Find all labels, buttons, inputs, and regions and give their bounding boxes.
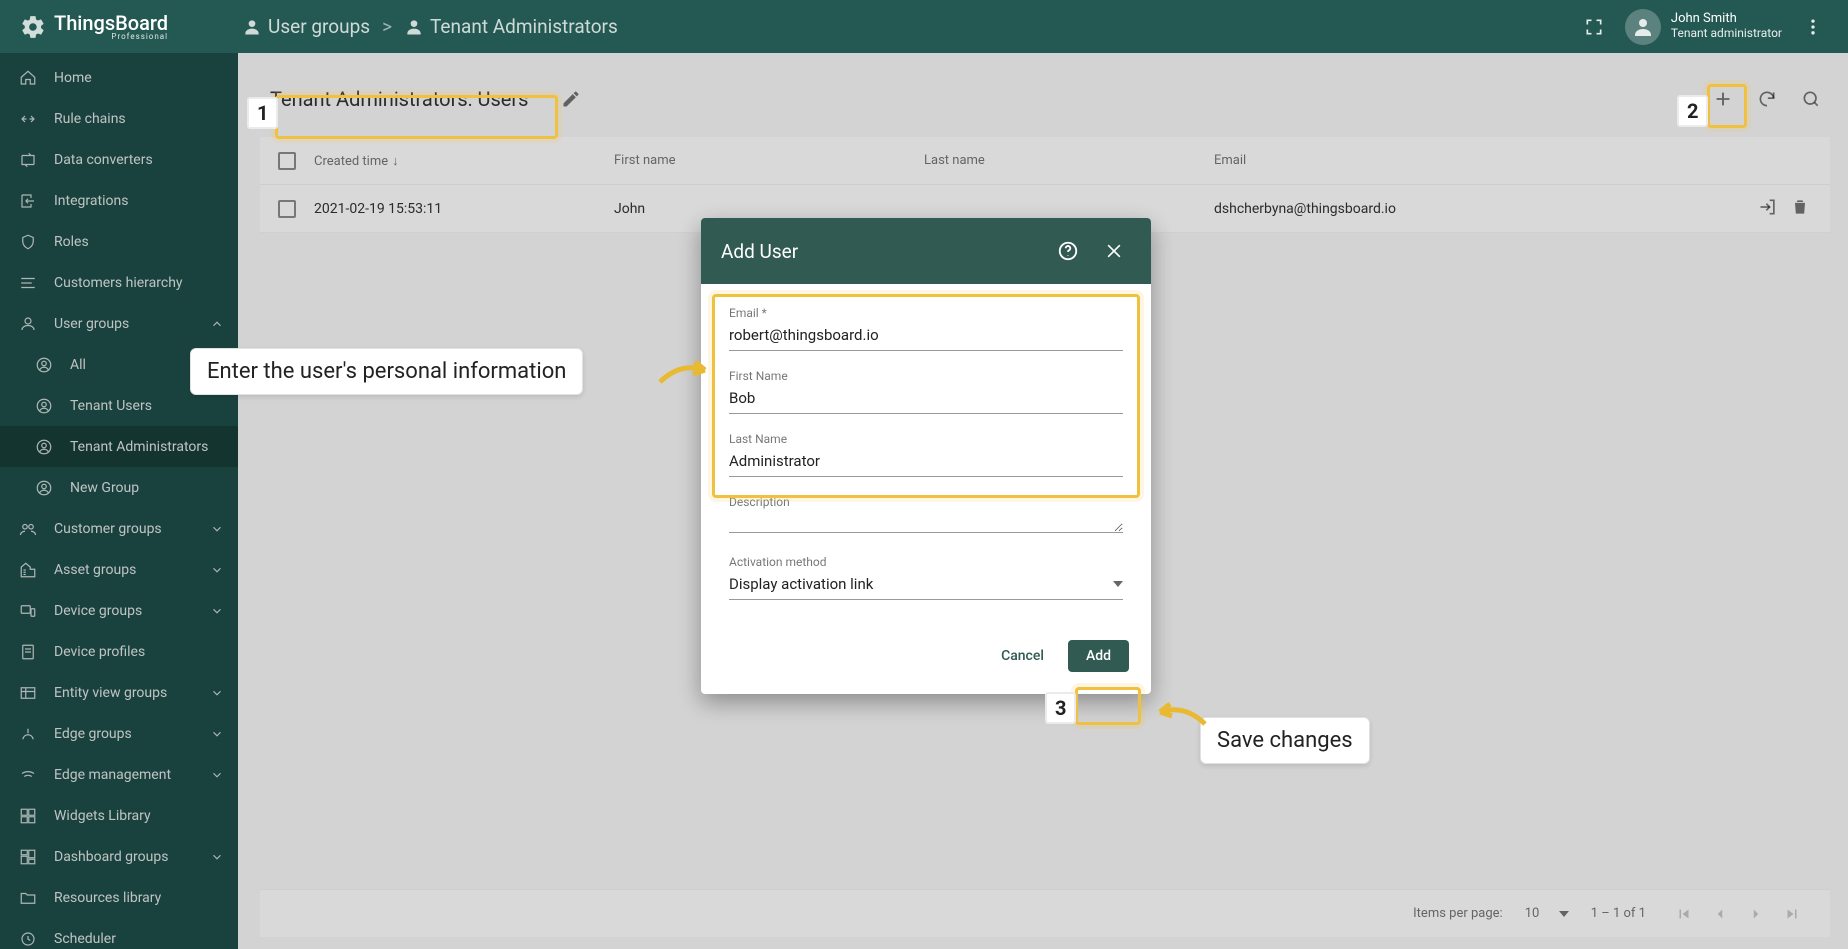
breadcrumb-sep: >: [382, 15, 392, 38]
last-name-label: Last Name: [729, 432, 1123, 446]
breadcrumb-label: Tenant Administrators: [430, 15, 618, 38]
dialog-help-button[interactable]: [1051, 234, 1085, 268]
person-icon: [242, 17, 262, 37]
dialog-close-button[interactable]: [1097, 234, 1131, 268]
current-user-name: John Smith: [1671, 12, 1782, 27]
fullscreen-icon: [1584, 17, 1604, 37]
brand-logo[interactable]: ThingsBoard Professional: [8, 13, 208, 41]
cancel-button[interactable]: Cancel: [987, 640, 1058, 672]
help-icon: [1057, 240, 1079, 262]
email-field[interactable]: [729, 322, 1123, 351]
activation-method-select[interactable]: Display activation link: [729, 571, 1123, 600]
close-icon: [1104, 241, 1124, 261]
add-user-dialog: Add User Email * First Name Last Name De…: [701, 218, 1151, 694]
more-vert-icon: [1803, 17, 1823, 37]
first-name-field[interactable]: [729, 385, 1123, 414]
breadcrumb-user-groups[interactable]: User groups: [242, 15, 370, 38]
dialog-title: Add User: [721, 240, 798, 263]
breadcrumb-tenant-admins[interactable]: Tenant Administrators: [404, 15, 618, 38]
user-chip[interactable]: John Smith Tenant administrator: [1625, 9, 1782, 45]
last-name-field[interactable]: [729, 448, 1123, 477]
more-menu-button[interactable]: [1796, 10, 1830, 44]
add-button[interactable]: Add: [1068, 640, 1129, 672]
first-name-label: First Name: [729, 369, 1123, 383]
description-field[interactable]: [729, 511, 1123, 533]
avatar-icon: [1625, 9, 1661, 45]
description-label: Description: [729, 495, 1123, 509]
breadcrumb-label: User groups: [268, 15, 370, 38]
gear-icon: [20, 14, 46, 40]
brand-edition: Professional: [54, 32, 168, 41]
email-label: Email *: [729, 306, 1123, 320]
app-toolbar: ThingsBoard Professional User groups > T…: [0, 0, 1848, 53]
current-user-role: Tenant administrator: [1671, 27, 1782, 41]
fullscreen-button[interactable]: [1577, 10, 1611, 44]
person-icon: [404, 17, 424, 37]
dropdown-icon: [1113, 581, 1123, 587]
breadcrumb: User groups > Tenant Administrators: [242, 15, 618, 38]
activation-label: Activation method: [729, 555, 1123, 569]
